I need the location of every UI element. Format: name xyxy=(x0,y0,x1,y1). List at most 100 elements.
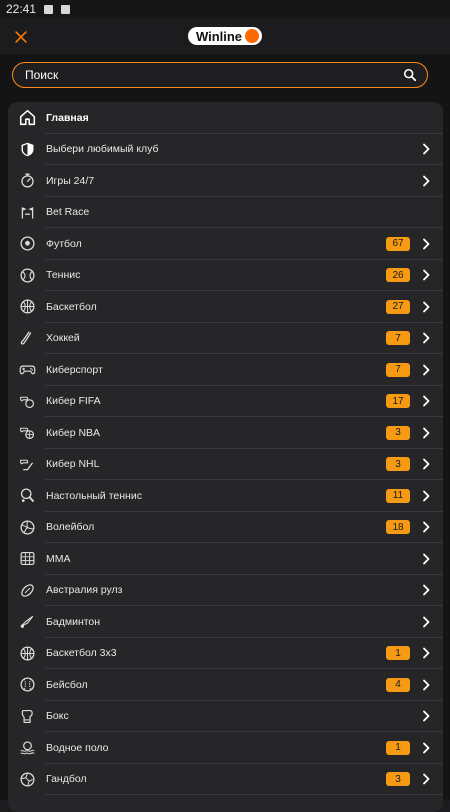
volleyball-icon xyxy=(18,518,36,536)
menu-item[interactable]: Баскетбол 27 xyxy=(8,291,443,323)
event-count-badge: 27 xyxy=(386,299,410,314)
chevron-right-icon xyxy=(423,647,430,659)
menu-item-label: Бокс xyxy=(46,710,69,723)
menu-item[interactable]: Волейбол 18 xyxy=(8,512,443,544)
menu-item[interactable]: Бокс xyxy=(8,701,443,733)
tennis-ball-icon xyxy=(18,266,36,284)
chevron-right-icon xyxy=(423,238,430,250)
menu-item-label: Водное поло xyxy=(46,741,109,754)
app-header: Winline xyxy=(0,18,450,54)
menu-item[interactable]: Кибер FIFA 17 xyxy=(8,386,443,418)
menu-item-label: Баскетбол 3х3 xyxy=(46,647,117,660)
chevron-right-icon xyxy=(423,269,430,281)
table-tennis-icon xyxy=(18,487,36,505)
menu-item[interactable]: Хоккей 7 xyxy=(8,323,443,355)
menu-item[interactable]: Главная xyxy=(8,102,443,134)
event-count-badge: 1 xyxy=(386,646,410,661)
menu-item-label: Австралия рулз xyxy=(46,584,123,597)
menu-item-label: Главная xyxy=(46,111,89,124)
menu-item[interactable]: Игры 24/7 xyxy=(8,165,443,197)
chevron-right-icon xyxy=(423,301,430,313)
status-bar: 22:41 xyxy=(0,0,450,18)
boxing-glove-icon xyxy=(18,707,36,725)
chevron-right-icon xyxy=(423,679,430,691)
menu-item-label: Игры 24/7 xyxy=(46,174,95,187)
search-bar[interactable] xyxy=(12,62,428,88)
chevron-right-icon xyxy=(423,521,430,533)
event-count-badge: 11 xyxy=(386,488,410,503)
menu-item[interactable]: Bet Race xyxy=(8,197,443,229)
soccer-ball-icon xyxy=(18,235,36,253)
event-count-badge: 67 xyxy=(386,236,410,251)
home-icon xyxy=(18,109,36,127)
menu-item-label: Бейсбол xyxy=(46,678,88,691)
menu-item[interactable]: Гандбол 3 xyxy=(8,764,443,796)
menu-item-label: Киберспорт xyxy=(46,363,103,376)
handball-icon xyxy=(18,770,36,788)
search-input[interactable] xyxy=(23,67,403,83)
chevron-right-icon xyxy=(423,175,430,187)
basketball-icon xyxy=(18,298,36,316)
close-button[interactable] xyxy=(10,26,32,48)
menu-item-label: Кибер NBA xyxy=(46,426,101,439)
chevron-right-icon xyxy=(423,584,430,596)
menu-item-label: Выбери любимый клуб xyxy=(46,143,159,156)
rugby-ball-icon xyxy=(18,581,36,599)
menu-item[interactable]: Водное поло 1 xyxy=(8,732,443,764)
menu-item[interactable]: Теннис 26 xyxy=(8,260,443,292)
baseball-icon xyxy=(18,676,36,694)
water-polo-icon xyxy=(18,739,36,757)
chevron-right-icon xyxy=(423,616,430,628)
winline-logo: Winline xyxy=(187,27,263,45)
search-icon[interactable] xyxy=(403,68,417,82)
event-count-badge: 4 xyxy=(386,677,410,692)
menu-item[interactable]: Бейсбол 4 xyxy=(8,669,443,701)
menu-item[interactable]: Австралия рулз xyxy=(8,575,443,607)
gallery-notification-icon xyxy=(44,4,54,14)
menu-item[interactable]: Кибер NHL 3 xyxy=(8,449,443,481)
cyber-nhl-icon xyxy=(18,455,36,473)
menu-item-label: Bet Race xyxy=(46,206,90,219)
menu-item[interactable]: Футбол 67 xyxy=(8,228,443,260)
menu-item-label: Кибер FIFA xyxy=(46,395,101,408)
menu-item-label: MMA xyxy=(46,552,71,565)
event-count-badge: 1 xyxy=(386,740,410,755)
chevron-right-icon xyxy=(423,395,430,407)
chevron-right-icon xyxy=(423,773,430,785)
event-count-badge: 7 xyxy=(386,331,410,346)
status-time: 22:41 xyxy=(6,2,37,16)
chevron-right-icon xyxy=(423,364,430,376)
event-count-badge: 3 xyxy=(386,772,410,787)
menu-item[interactable]: Настольный теннис 11 xyxy=(8,480,443,512)
event-count-badge: 26 xyxy=(386,268,410,283)
menu-item-label: Футбол xyxy=(46,237,82,250)
chevron-right-icon xyxy=(423,143,430,155)
menu-item[interactable]: Киберспорт 7 xyxy=(8,354,443,386)
app-notification-icon xyxy=(61,4,71,14)
event-count-badge: 18 xyxy=(386,520,410,535)
shuttlecock-icon xyxy=(18,613,36,631)
chevron-right-icon xyxy=(423,710,430,722)
shield-icon xyxy=(18,140,36,158)
menu-item-label: Гандбол xyxy=(46,773,87,786)
menu-item-label: Волейбол xyxy=(46,521,95,534)
logo-dot-icon xyxy=(245,29,260,43)
event-count-badge: 17 xyxy=(386,394,410,409)
race-flags-icon xyxy=(18,203,36,221)
hockey-stick-icon xyxy=(18,329,36,347)
cyber-nba-icon xyxy=(18,424,36,442)
menu-item[interactable]: Кибер NBA 3 xyxy=(8,417,443,449)
chevron-right-icon xyxy=(423,427,430,439)
menu-item[interactable]: Выбери любимый клуб xyxy=(8,134,443,166)
chevron-right-icon xyxy=(423,742,430,754)
menu-item[interactable]: Баскетбол 3х3 1 xyxy=(8,638,443,670)
menu-item-label: Настольный теннис xyxy=(46,489,142,502)
menu-item[interactable]: MMA xyxy=(8,543,443,575)
gamepad-icon xyxy=(18,361,36,379)
menu-item[interactable]: Бадминтон xyxy=(8,606,443,638)
chevron-right-icon xyxy=(423,553,430,565)
chevron-right-icon xyxy=(423,332,430,344)
event-count-badge: 7 xyxy=(386,362,410,377)
logo-text: Winline xyxy=(195,28,243,44)
chevron-right-icon xyxy=(423,490,430,502)
